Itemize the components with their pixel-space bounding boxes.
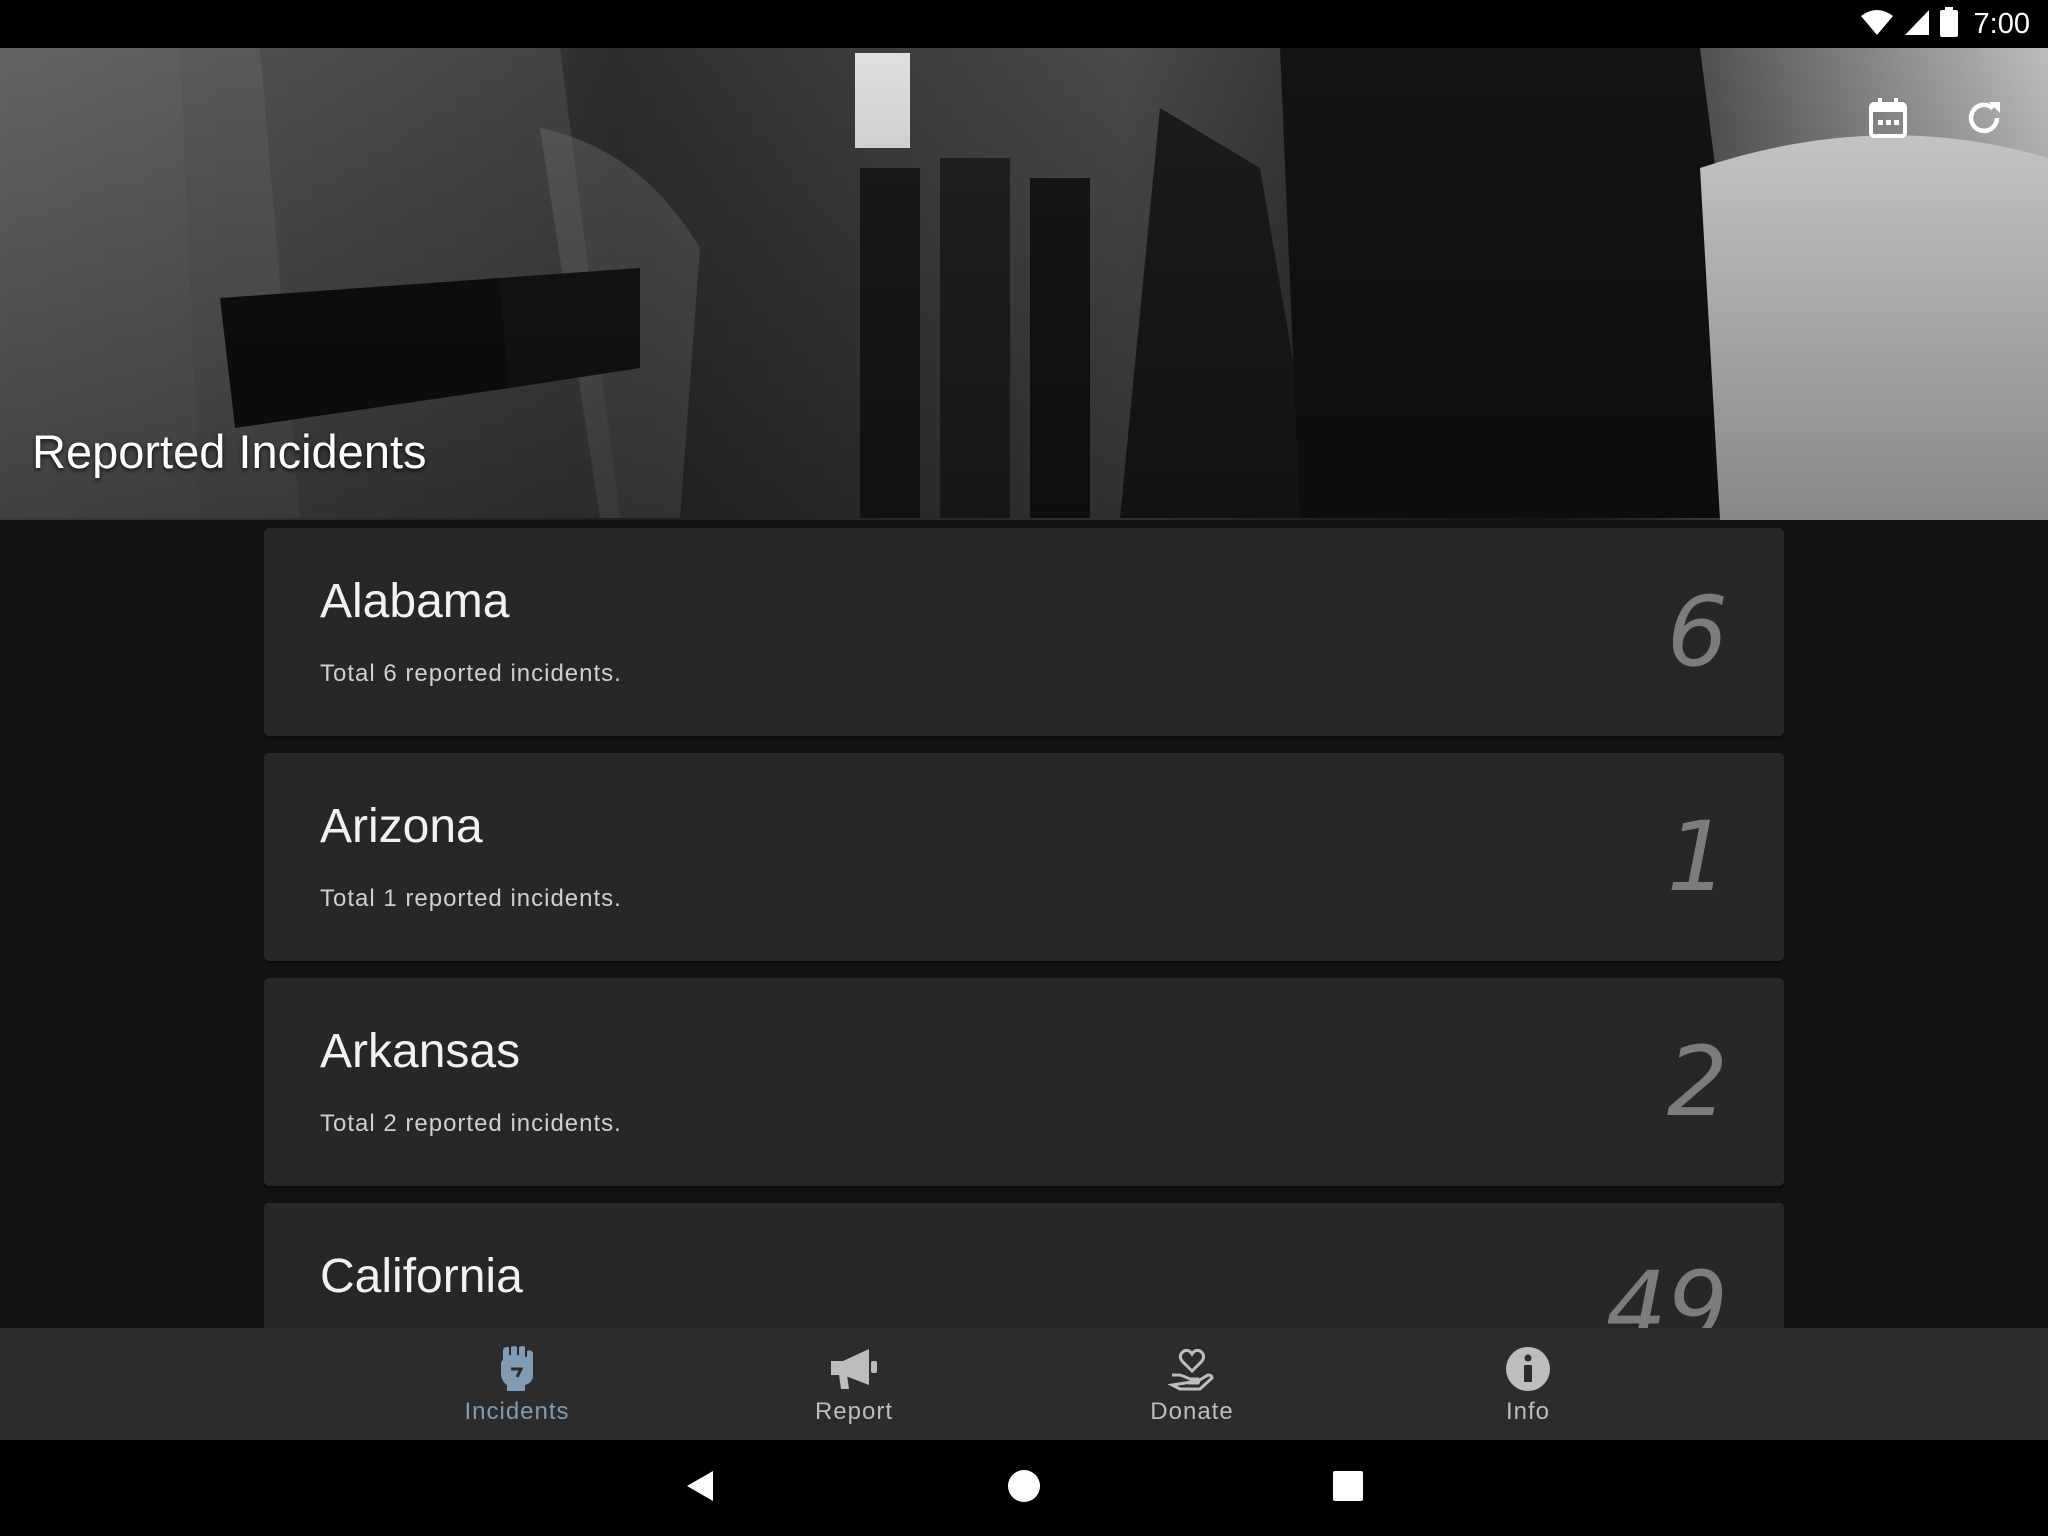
megaphone-icon [829, 1344, 879, 1394]
cell-signal-icon [1904, 8, 1930, 41]
incident-subtitle: Total 6 reported incidents. [320, 660, 622, 687]
incident-subtitle: Total 1 reported incidents. [320, 885, 622, 912]
info-icon [1505, 1344, 1551, 1394]
page-title: Reported Incidents [32, 425, 427, 478]
status-bar: 7:00 [0, 0, 2048, 48]
status-time: 7:00 [1973, 7, 2030, 40]
incident-card-arizona[interactable]: Arizona Total 1 reported incidents. 1 [264, 753, 1784, 961]
back-button[interactable] [676, 1464, 724, 1512]
calendar-icon [1869, 97, 1907, 143]
back-icon [685, 1469, 715, 1508]
bottom-navigation: Incidents Report Donate Info [0, 1328, 2048, 1440]
home-button[interactable] [1000, 1464, 1048, 1512]
incident-card-california[interactable]: California 49 [264, 1203, 1784, 1328]
refresh-button[interactable] [1952, 88, 2016, 152]
system-navigation [0, 1440, 2048, 1536]
wifi-icon [1860, 8, 1894, 41]
refresh-icon [1964, 98, 2004, 143]
incident-state: California [320, 1250, 523, 1303]
incident-count: 2 [1666, 1026, 1728, 1138]
tab-label: Incidents [464, 1398, 570, 1425]
incident-count: 1 [1666, 801, 1728, 913]
heart-hand-icon [1168, 1344, 1216, 1394]
home-icon [1007, 1469, 1041, 1508]
battery-icon [1939, 6, 1958, 42]
recents-icon [1333, 1470, 1363, 1506]
tab-incidents[interactable]: Incidents [417, 1328, 617, 1440]
incident-list[interactable]: Alabama Total 6 reported incidents. 6 Ar… [264, 528, 1784, 1328]
incident-state: Arizona [320, 800, 483, 853]
tab-label: Info [1505, 1398, 1551, 1425]
incident-count: 49 [1605, 1251, 1728, 1328]
recents-button[interactable] [1324, 1464, 1372, 1512]
incident-state: Arkansas [320, 1025, 521, 1078]
incident-card-arkansas[interactable]: Arkansas Total 2 reported incidents. 2 [264, 978, 1784, 1186]
tab-donate[interactable]: Donate [1092, 1328, 1292, 1440]
incident-subtitle: Total 2 reported incidents. [320, 1110, 622, 1137]
tab-label: Report [814, 1398, 894, 1425]
tab-report[interactable]: Report [754, 1328, 954, 1440]
incident-card-alabama[interactable]: Alabama Total 6 reported incidents. 6 [264, 528, 1784, 736]
status-icons: 7:00 [1860, 6, 2030, 42]
tab-info[interactable]: Info [1428, 1328, 1628, 1440]
raised-fist-icon [497, 1344, 537, 1394]
tab-label: Donate [1150, 1398, 1234, 1425]
incident-state: Alabama [320, 575, 510, 628]
calendar-button[interactable] [1856, 88, 1920, 152]
app-header: Reported Incidents [0, 48, 2048, 520]
incident-count: 6 [1666, 576, 1728, 688]
